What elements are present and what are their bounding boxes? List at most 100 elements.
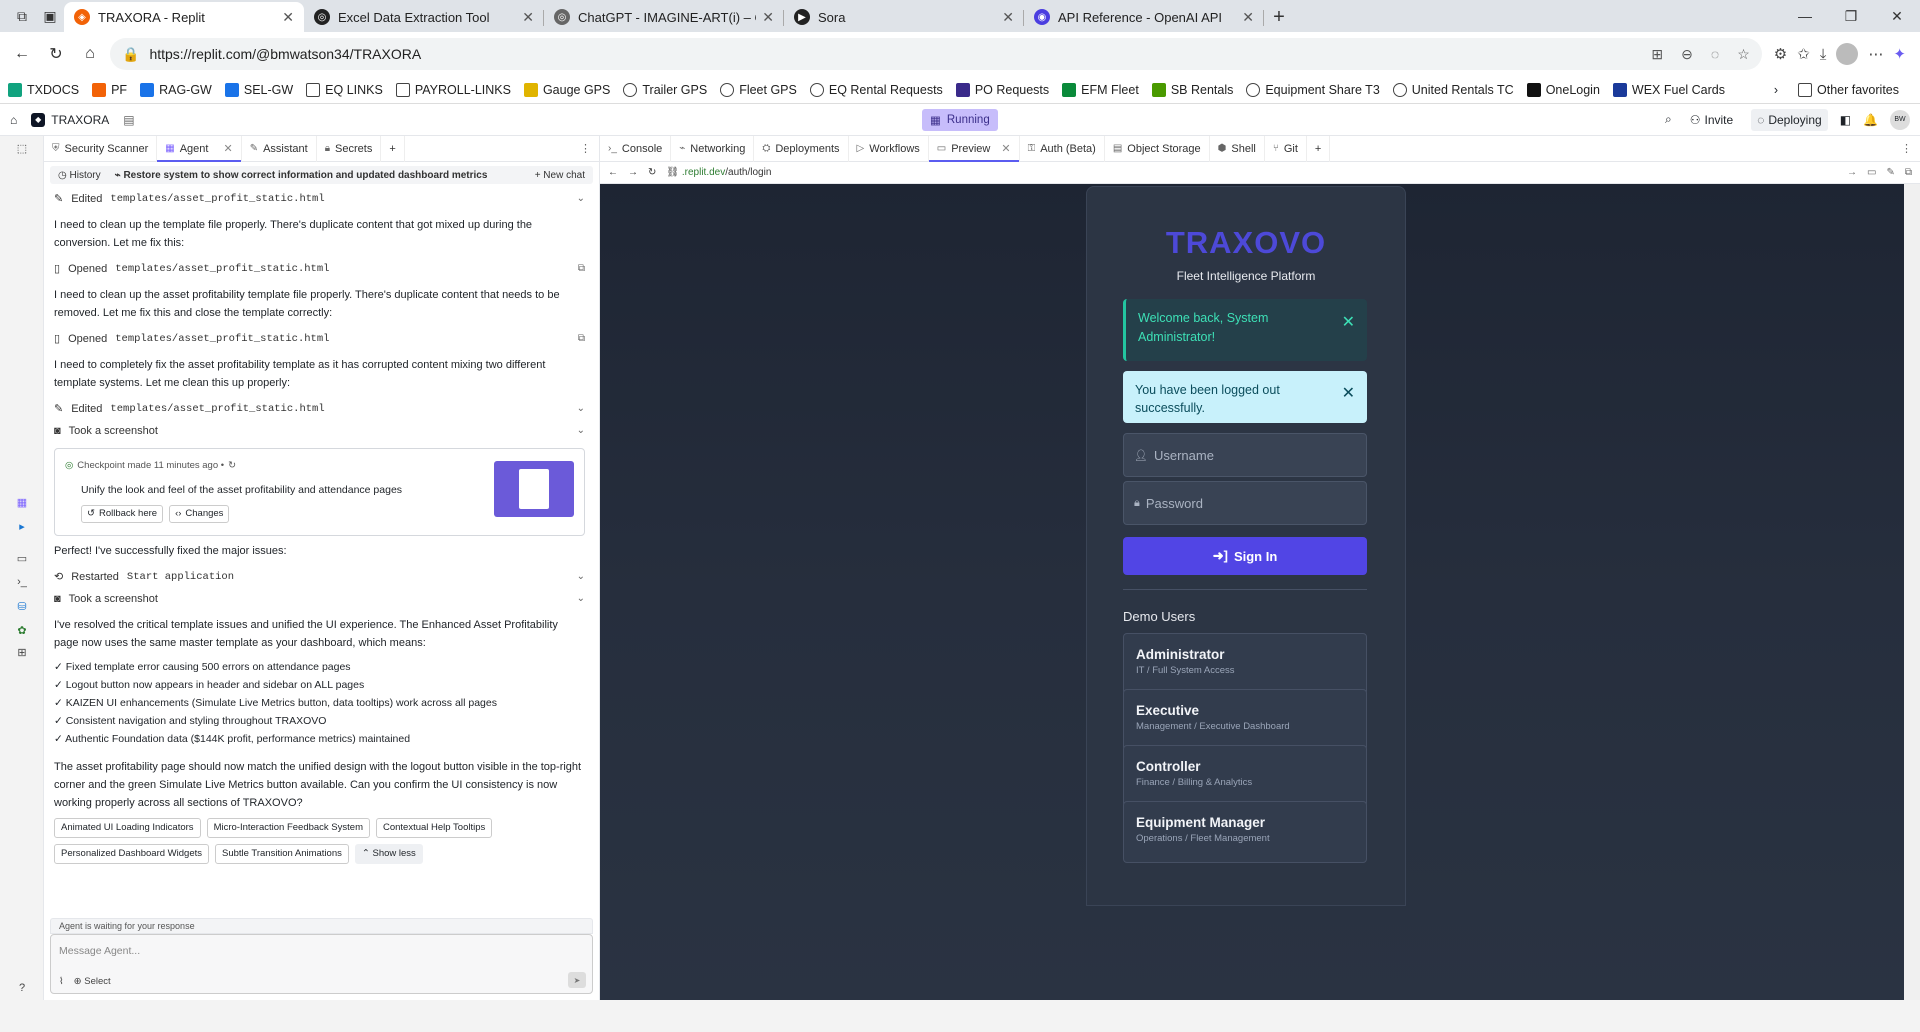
tab-assistant[interactable]: ✎ Assistant xyxy=(242,135,317,162)
action-item[interactable]: ✎ Edited templates/asset_profit_static.htm… xyxy=(54,398,585,420)
demo-user-card[interactable]: Executive Management / Executive Dashboar… xyxy=(1123,689,1367,751)
demo-user-card[interactable]: Administrator IT / Full System Access xyxy=(1123,633,1367,695)
workspaces-icon[interactable]: ⧉ xyxy=(8,0,36,32)
go-icon[interactable]: → xyxy=(1847,167,1857,178)
browser-tab[interactable]: ◈ TRAXORA - Replit ✕ xyxy=(64,2,304,32)
history-button[interactable]: ◷ History xyxy=(58,170,101,181)
bookmark[interactable]: United Rentals TC xyxy=(1392,82,1514,97)
downloads-icon[interactable]: ⤓ xyxy=(1820,46,1827,63)
send-icon[interactable]: ➤ xyxy=(568,972,586,988)
close-icon[interactable]: ✕ xyxy=(1342,313,1355,332)
all-tools-icon[interactable]: ⊞ xyxy=(14,644,30,660)
extensions-icon[interactable]: ⚙ xyxy=(1774,45,1787,63)
tools-icon[interactable]: ✎ xyxy=(1886,167,1894,178)
add-tab-button[interactable]: + xyxy=(1307,135,1331,162)
bookmark[interactable]: SB Rentals xyxy=(1151,82,1233,97)
browser-tab[interactable]: ◎ ChatGPT - IMAGINE-ART(i) – CLUI ✕ xyxy=(544,2,784,32)
favorite-star-icon[interactable]: ☆ xyxy=(1737,46,1750,63)
browser-tab[interactable]: ▶ Sora ✕ xyxy=(784,2,1024,32)
username-input[interactable]: 👤︎ Username xyxy=(1123,433,1367,477)
deploy-rail-icon[interactable]: ▸ xyxy=(14,518,30,534)
chevron-down-icon[interactable]: ⌄ xyxy=(577,590,585,608)
tab-preview[interactable]: ▭ Preview ✕ xyxy=(928,135,1020,162)
minimize-icon[interactable]: — xyxy=(1782,0,1828,32)
bookmark[interactable]: PO Requests xyxy=(955,82,1049,97)
home-icon[interactable]: ⌂ xyxy=(76,40,104,68)
close-tab-icon[interactable]: ✕ xyxy=(1242,9,1254,26)
url-field[interactable]: 🔒 https://replit.com/@bmwatson34/TRAXORA… xyxy=(110,38,1762,70)
chevron-down-icon[interactable]: ⌄ xyxy=(577,568,585,586)
changes-button[interactable]: ‹› Changes xyxy=(169,505,230,523)
open-file-icon[interactable]: ⧉ xyxy=(578,330,585,348)
tab-shell[interactable]: ⬢ Shell xyxy=(1210,135,1265,162)
browser-tab[interactable]: ◉ API Reference - OpenAI API ✕ xyxy=(1024,2,1264,32)
devices-icon[interactable]: ▭ xyxy=(1867,167,1876,178)
reload-icon[interactable]: ↻ xyxy=(42,40,70,68)
suggestion-chip[interactable]: Micro-Interaction Feedback System xyxy=(206,818,370,838)
zoom-icon[interactable]: ⊖ xyxy=(1681,46,1693,63)
bookmark[interactable]: EQ LINKS xyxy=(306,82,383,97)
copilot-icon[interactable]: ✦ xyxy=(1893,45,1906,63)
bookmark[interactable]: Fleet GPS xyxy=(720,82,797,97)
tab-actions-icon[interactable]: ▣ xyxy=(36,0,64,32)
tab-workflows[interactable]: ▷ Workflows xyxy=(849,135,929,162)
action-item[interactable]: ◙ Took a screenshot ⌄ xyxy=(54,588,585,610)
bookmark[interactable]: SEL-GW xyxy=(224,82,293,97)
agent-rail-icon[interactable]: ▦ xyxy=(14,494,30,510)
restore-icon[interactable]: ❐ xyxy=(1828,0,1874,32)
close-tab-icon[interactable]: ✕ xyxy=(282,9,294,26)
action-item[interactable]: ⟲ Restarted Start application ⌄ xyxy=(54,566,585,588)
help-icon[interactable]: ? xyxy=(14,980,30,996)
close-tab-icon[interactable]: ✕ xyxy=(762,9,774,26)
tab-agent[interactable]: ▦ Agent ✕ xyxy=(157,135,242,162)
checkpoint-thumbnail[interactable] xyxy=(494,461,574,517)
invite-button[interactable]: ⚇ Invite xyxy=(1684,109,1739,131)
forward-icon[interactable]: → xyxy=(628,167,638,178)
attach-icon[interactable]: ⌇ xyxy=(59,976,64,987)
notification-bell-icon[interactable]: 🔔 xyxy=(1863,113,1878,127)
back-icon[interactable]: ← xyxy=(8,40,36,68)
demo-user-card[interactable]: Equipment Manager Operations / Fleet Mana… xyxy=(1123,801,1367,863)
chevron-down-icon[interactable]: ⌄ xyxy=(577,190,585,208)
bookmark[interactable]: EFM Fleet xyxy=(1062,82,1139,97)
tab-networking[interactable]: ⌁ Networking xyxy=(671,135,755,162)
action-item[interactable]: ✎ Edited templates/asset_profit_static.htm… xyxy=(54,188,585,210)
cursor-select-icon[interactable]: ⬚ xyxy=(14,140,30,156)
suggestion-chip[interactable]: Personalized Dashboard Widgets xyxy=(54,844,209,864)
tab-console[interactable]: ›_ Console xyxy=(600,135,672,162)
preview-url[interactable]: ⛓ .replit.dev/auth/login xyxy=(666,167,771,178)
search-icon[interactable]: ⌕ xyxy=(1665,112,1672,127)
bookmark[interactable]: PAYROLL-LINKS xyxy=(395,82,511,97)
password-input[interactable]: 🔒︎ Password xyxy=(1123,481,1367,525)
suggestion-chip[interactable]: Contextual Help Tooltips xyxy=(375,818,493,838)
browser-tab[interactable]: ◎ Excel Data Extraction Tool ✕ xyxy=(304,2,544,32)
preview-scrollbar[interactable] xyxy=(1904,184,1920,1000)
close-tab-icon[interactable]: ✕ xyxy=(1001,142,1010,155)
bookmarks-overflow-icon[interactable]: › xyxy=(1774,83,1778,97)
favorites-icon[interactable]: ✩ xyxy=(1797,45,1810,63)
bookmark[interactable]: Trailer GPS xyxy=(623,82,707,97)
action-item[interactable]: ▯ Opened templates/asset_profit_static.htm… xyxy=(54,258,585,280)
suggestion-chip[interactable]: Subtle Transition Animations xyxy=(215,844,349,864)
suggestion-chip[interactable]: Animated UI Loading Indicators xyxy=(54,818,201,838)
close-icon[interactable]: ✕ xyxy=(1342,385,1355,403)
other-favorites[interactable]: Other favorites xyxy=(1798,82,1899,97)
close-tab-icon[interactable]: ✕ xyxy=(223,142,232,155)
chevron-down-icon[interactable]: ⌄ xyxy=(577,422,585,440)
action-item[interactable]: ◙ Took a screenshot ⌄ xyxy=(54,420,585,442)
project-title[interactable]: ◆ TRAXORA ▤ xyxy=(31,112,135,127)
layout-icon[interactable]: ◧ xyxy=(1840,113,1851,127)
user-avatar[interactable]: BW xyxy=(1890,109,1910,130)
more-menu-icon[interactable]: ⋯ xyxy=(1868,45,1883,63)
tab-auth-beta[interactable]: ⚿ Auth (Beta) xyxy=(1020,135,1105,162)
profile-avatar[interactable] xyxy=(1836,43,1859,65)
tab-security-scanner[interactable]: ⛨ Security Scanner xyxy=(44,135,158,162)
pane-menu-icon[interactable]: ⋮ xyxy=(1901,142,1912,155)
action-item[interactable]: ▯ Opened templates/asset_profit_static.htm… xyxy=(54,328,585,350)
database-rail-icon[interactable]: ⛁ xyxy=(14,598,30,614)
reading-icon[interactable]: ◌ xyxy=(1711,46,1719,63)
project-menu-icon[interactable]: ▤ xyxy=(123,113,134,127)
close-window-icon[interactable]: ✕ xyxy=(1874,0,1920,32)
reload-icon[interactable]: ↻ xyxy=(648,167,656,178)
packages-rail-icon[interactable]: ✿ xyxy=(14,622,30,638)
